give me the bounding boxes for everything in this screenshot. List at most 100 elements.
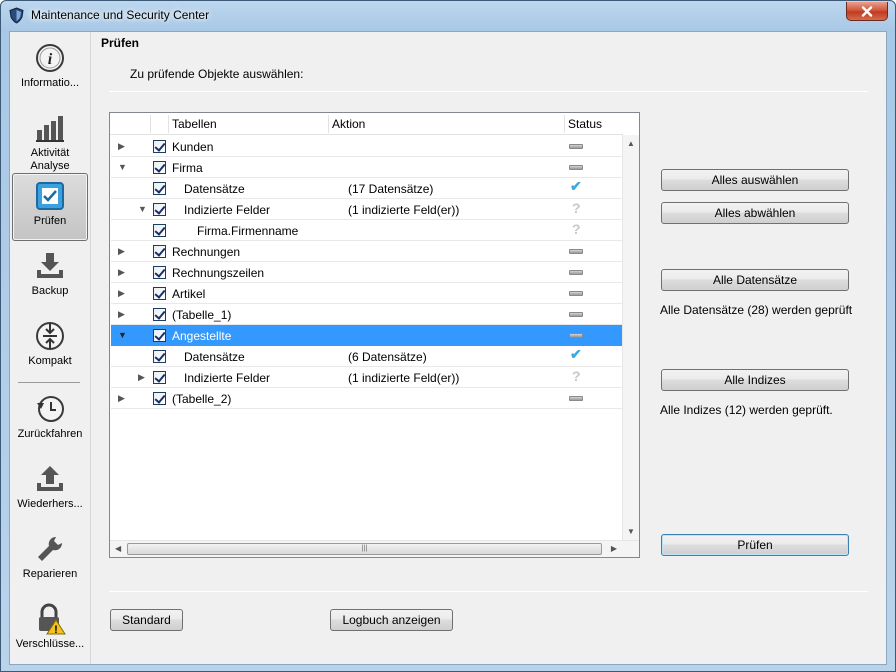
bar-chart-icon [36,116,64,142]
tree-row[interactable]: ▶ Rechnungen [111,241,623,262]
sidebar-item-label: Prüfen [33,215,67,227]
tree-row[interactable]: ▶ Kunden [111,136,623,157]
row-checkbox[interactable] [153,245,166,258]
expanded-triangle-icon[interactable]: ▼ [118,162,128,172]
all-records-button[interactable]: Alle Datensätze [661,269,849,291]
standard-button[interactable]: Standard [110,609,183,631]
object-tree[interactable]: Tabellen Aktion Status ▶ Kunden ▼ Firma Date… [109,112,640,558]
sidebar-item-information[interactable]: i Informatio... [12,36,88,104]
collapsed-triangle-icon[interactable]: ▶ [118,288,128,298]
main-panel: Prüfen Zu prüfende Objekte auswählen: Ta… [92,32,886,664]
sidebar-item-compact[interactable]: Kompakt [12,314,88,382]
subtitle: Zu prüfende Objekte auswählen: [130,67,304,81]
row-checkbox[interactable] [153,161,166,174]
section-title: Prüfen [101,36,140,50]
row-action: (1 indizierte Feld(er)) [348,371,460,385]
row-checkbox[interactable] [153,371,166,384]
column-header-tables[interactable]: Tabellen [172,117,217,131]
tree-row[interactable]: Datensätze (17 Datensätze) ✔ [111,178,623,199]
row-checkbox[interactable] [153,329,166,342]
client-area: i Informatio... Aktivität Analyse Prüfen… [9,31,887,665]
tree-row[interactable]: Firma.Firmenname? [111,220,623,241]
row-label: Firma.Firmenname [197,224,299,238]
row-checkbox[interactable] [153,392,166,405]
sidebar-item-encryption[interactable]: ! Verschlüsse... [12,597,88,665]
scroll-right-icon[interactable]: ▶ [611,544,617,554]
status-pending-icon [569,283,583,303]
close-button[interactable] [846,2,888,21]
row-action: (1 indizierte Feld(er)) [348,203,460,217]
row-label: Rechnungszeilen [172,266,265,280]
collapsed-triangle-icon[interactable]: ▶ [118,309,128,319]
svg-text:!: ! [54,624,58,635]
scroll-left-icon[interactable]: ◀ [115,544,121,554]
column-header-status[interactable]: Status [568,117,602,131]
row-label: Rechnungen [172,245,241,259]
status-unknown-icon: ? [572,200,581,216]
tree-row[interactable]: ▼ Indizierte Felder (1 indizierte Feld(er)… [111,199,623,220]
tree-row[interactable]: Datensätze (6 Datensätze) ✔ [111,346,623,367]
status-pending-icon [569,262,583,282]
collapsed-triangle-icon[interactable]: ▶ [118,246,128,256]
collapsed-triangle-icon[interactable]: ▶ [118,393,128,403]
row-checkbox[interactable] [153,308,166,321]
sidebar-item-check[interactable]: Prüfen [12,173,88,241]
row-checkbox[interactable] [153,182,166,195]
tree-row[interactable]: ▶ Indizierte Felder (1 indizierte Feld(er)… [111,367,623,388]
row-checkbox[interactable] [153,224,166,237]
sidebar-item-backup[interactable]: Backup [12,244,88,312]
window-title: Maintenance und Security Center [31,8,210,22]
horizontal-scroll-thumb[interactable]: ||| [127,543,602,555]
row-checkbox[interactable] [153,287,166,300]
row-checkbox[interactable] [153,140,166,153]
sidebar-item-label: Verschlüsse... [15,638,85,650]
top-divider [109,91,868,92]
collapsed-triangle-icon[interactable]: ▶ [118,141,128,151]
column-divider [150,115,151,133]
column-divider [328,115,329,133]
tree-row[interactable]: ▼ Firma [111,157,623,178]
scroll-down-icon[interactable]: ▼ [627,527,635,537]
restore-upload-icon [37,466,63,491]
collapsed-triangle-icon[interactable]: ▶ [138,372,148,382]
sidebar-item-label: Informatio... [20,77,80,89]
title-bar[interactable]: Maintenance und Security Center [1,1,895,31]
row-label: (Tabelle_2) [172,392,232,406]
row-label: Artikel [172,287,206,301]
sidebar-divider [18,382,80,383]
column-divider [168,115,169,133]
tree-row[interactable]: ▼ Angestellte [111,325,623,346]
all-indexes-button[interactable]: Alle Indizes [661,369,849,391]
tree-row[interactable]: ▶ (Tabelle_1) [111,304,623,325]
select-all-button[interactable]: Alles auswählen [661,169,849,191]
status-pending-icon [569,136,583,156]
svg-text:i: i [48,51,53,68]
show-log-button[interactable]: Logbuch anzeigen [330,609,453,631]
status-pending-icon [569,241,583,261]
sidebar-item-restore[interactable]: Wiederhers... [12,457,88,525]
expanded-triangle-icon[interactable]: ▼ [138,204,148,214]
deselect-all-button[interactable]: Alles abwählen [661,202,849,224]
tree-row[interactable]: ▶ (Tabelle_2) [111,388,623,409]
vertical-scrollbar[interactable]: ▲ ▼ [622,135,639,541]
check-button[interactable]: Prüfen [661,534,849,556]
status-unknown-icon: ? [572,221,581,237]
row-checkbox[interactable] [153,203,166,216]
collapsed-triangle-icon[interactable]: ▶ [118,267,128,277]
tree-row[interactable]: ▶ Artikel [111,283,623,304]
row-checkbox[interactable] [153,266,166,279]
sidebar-item-activity-analysis[interactable]: Aktivität Analyse [12,106,88,174]
tree-row[interactable]: ▶ Rechnungszeilen [111,262,623,283]
row-action: (17 Datensätze) [348,182,434,196]
sidebar-item-label: Backup [31,285,69,297]
column-header-action[interactable]: Aktion [332,117,365,131]
horizontal-scrollbar[interactable]: ◀ ||| ▶ [110,540,639,557]
sidebar-item-label: Zurückfahren [17,428,83,440]
sidebar-item-rollback[interactable]: Zurückfahren [12,387,88,455]
expanded-triangle-icon[interactable]: ▼ [118,330,128,340]
status-pending-icon [569,388,583,408]
scroll-up-icon[interactable]: ▲ [627,139,635,149]
sidebar-item-repair[interactable]: Reparieren [12,527,88,595]
row-checkbox[interactable] [153,350,166,363]
status-unknown-icon: ? [572,368,581,384]
